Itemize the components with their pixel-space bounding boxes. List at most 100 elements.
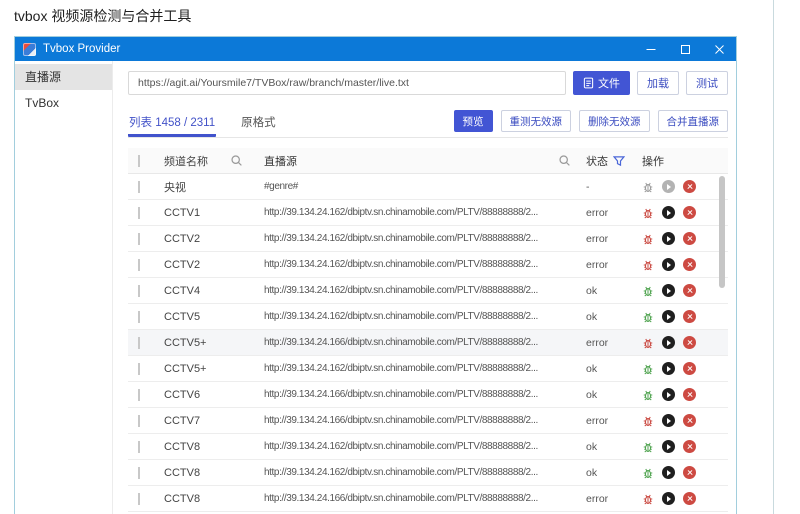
play-icon[interactable] [662, 232, 675, 245]
page-title: tvbox 视频源检测与合并工具 [14, 8, 192, 24]
file-button[interactable]: 文件 [573, 71, 630, 95]
header-live-source: 直播源 [264, 155, 297, 168]
tab-bar: 列表 1458 / 2311 原格式 预览 重测无效源 删除无效源 合并直播源 [128, 109, 728, 138]
sidebar: 直播源 TvBox [15, 61, 113, 514]
minimize-button[interactable] [634, 37, 668, 61]
channel-name: CCTV2 [164, 232, 201, 245]
play-icon[interactable] [662, 388, 675, 401]
maximize-button[interactable] [668, 37, 702, 61]
row-checkbox[interactable] [138, 336, 140, 349]
delete-icon[interactable] [683, 206, 696, 219]
test-bug-icon[interactable] [642, 311, 654, 323]
delete-icon[interactable] [683, 492, 696, 505]
status-text: ok [586, 466, 598, 479]
search-name-button[interactable] [222, 154, 250, 167]
sidebar-item-tvbox[interactable]: TvBox [15, 90, 112, 116]
channel-name: CCTV5+ [164, 362, 207, 375]
test-bug-icon[interactable] [642, 337, 654, 349]
status-text: ok [586, 362, 598, 375]
channel-name: CCTV4 [164, 284, 201, 297]
tab-list-count[interactable]: 列表 1458 / 2311 [128, 109, 217, 137]
play-icon[interactable] [662, 206, 675, 219]
play-icon[interactable] [662, 180, 675, 193]
close-button[interactable] [702, 37, 736, 61]
file-icon [583, 77, 594, 89]
row-checkbox[interactable] [138, 180, 140, 193]
delete-icon[interactable] [683, 414, 696, 427]
table-row: CCTV8 http://39.134.24.162/dbiptv.sn.chi… [128, 460, 728, 486]
channel-name: CCTV8 [164, 492, 201, 505]
delete-icon[interactable] [683, 284, 696, 297]
status-text: error [586, 414, 609, 427]
header-operations: 操作 [642, 155, 664, 168]
delete-icon[interactable] [683, 388, 696, 401]
play-icon[interactable] [662, 440, 675, 453]
row-checkbox[interactable] [138, 362, 140, 375]
row-checkbox[interactable] [138, 310, 140, 323]
row-checkbox[interactable] [138, 388, 140, 401]
header-status: 状态 [586, 155, 608, 168]
test-button[interactable]: 测试 [686, 71, 728, 95]
play-icon[interactable] [662, 310, 675, 323]
search-icon [558, 155, 570, 166]
close-icon [714, 44, 724, 54]
row-checkbox[interactable] [138, 440, 140, 453]
table-row: CCTV8 http://39.134.24.162/dbiptv.sn.chi… [128, 434, 728, 460]
test-bug-icon[interactable] [642, 493, 654, 505]
test-bug-icon[interactable] [642, 207, 654, 219]
play-icon[interactable] [662, 414, 675, 427]
row-checkbox[interactable] [138, 414, 140, 427]
test-bug-icon[interactable] [642, 467, 654, 479]
preview-button[interactable]: 预览 [453, 110, 493, 132]
row-checkbox[interactable] [138, 466, 140, 479]
delete-icon[interactable] [683, 440, 696, 453]
test-bug-icon[interactable] [642, 389, 654, 401]
test-bug-icon[interactable] [642, 441, 654, 453]
delete-icon[interactable] [683, 258, 696, 271]
retest-invalid-button[interactable]: 重测无效源 [500, 110, 571, 132]
channel-name: CCTV2 [164, 258, 201, 271]
delete-icon[interactable] [683, 336, 696, 349]
table-scrollbar[interactable] [719, 176, 725, 288]
sidebar-item-live-source[interactable]: 直播源 [15, 64, 112, 90]
file-button-label: 文件 [598, 78, 620, 90]
filter-icon[interactable] [613, 155, 625, 167]
row-checkbox[interactable] [138, 258, 140, 271]
delete-icon[interactable] [683, 466, 696, 479]
source-url: http://39.134.24.166/dbiptv.sn.chinamobi… [264, 415, 538, 426]
play-icon[interactable] [662, 284, 675, 297]
tab-raw-format[interactable]: 原格式 [240, 109, 277, 137]
row-checkbox[interactable] [138, 284, 140, 297]
load-button[interactable]: 加载 [637, 71, 679, 95]
test-bug-icon[interactable] [642, 285, 654, 297]
row-checkbox[interactable] [138, 206, 140, 219]
test-bug-icon[interactable] [642, 233, 654, 245]
header-channel-name: 频道名称 [164, 155, 208, 168]
delete-icon[interactable] [683, 232, 696, 245]
play-icon[interactable] [662, 466, 675, 479]
status-text: ok [586, 310, 598, 323]
merge-sources-button[interactable]: 合并直播源 [657, 110, 728, 132]
play-icon[interactable] [662, 362, 675, 375]
play-icon[interactable] [662, 258, 675, 271]
test-bug-icon[interactable] [642, 259, 654, 271]
url-input[interactable] [128, 71, 566, 95]
channel-name: CCTV8 [164, 466, 201, 479]
select-all-checkbox[interactable] [138, 154, 140, 167]
test-bug-icon[interactable] [642, 363, 654, 375]
row-checkbox[interactable] [138, 232, 140, 245]
test-bug-icon[interactable] [642, 415, 654, 427]
delete-icon[interactable] [683, 180, 696, 193]
remove-invalid-button[interactable]: 删除无效源 [579, 110, 650, 132]
search-source-button[interactable] [550, 154, 578, 167]
test-bug-icon[interactable] [642, 181, 654, 193]
channel-name: CCTV5+ [164, 336, 207, 349]
maximize-icon [680, 44, 690, 54]
play-icon[interactable] [662, 492, 675, 505]
status-text: error [586, 336, 609, 349]
delete-icon[interactable] [683, 310, 696, 323]
delete-icon[interactable] [683, 362, 696, 375]
row-checkbox[interactable] [138, 492, 140, 505]
play-icon[interactable] [662, 336, 675, 349]
channel-name: CCTV8 [164, 440, 201, 453]
